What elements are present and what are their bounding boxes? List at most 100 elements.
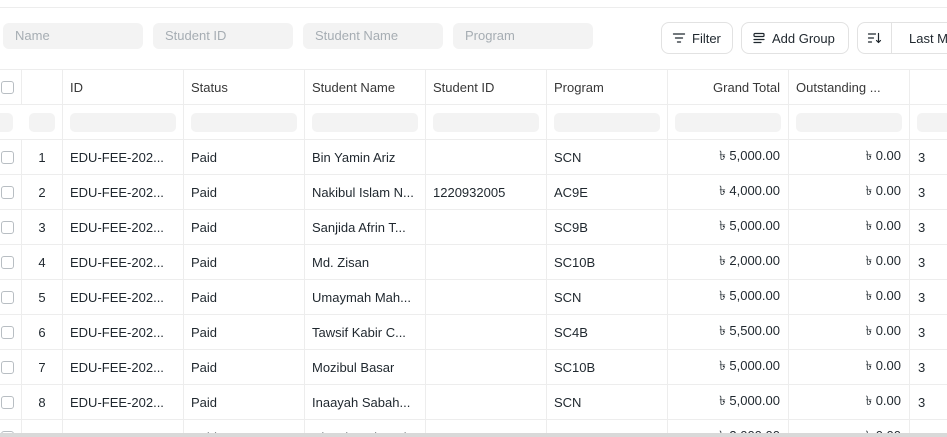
row-more: 3: [910, 175, 947, 209]
header-student-id[interactable]: Student ID: [426, 70, 547, 104]
table-row[interactable]: 3 EDU-FEE-202... Paid Sanjida Afrin T... SC9…: [0, 210, 947, 245]
table-row[interactable]: 4 EDU-FEE-202... Paid Md. Zisan SC10B ৳ 2,000…: [0, 245, 947, 280]
row-grand-total-text: ৳ 5,000.00: [719, 217, 780, 233]
row-index-text: 7: [38, 359, 46, 375]
header-program[interactable]: Program: [547, 70, 668, 104]
row-student-id: [426, 315, 547, 349]
row-id: EDU-FEE-202...: [63, 385, 184, 419]
row-status-text: Paid: [191, 289, 218, 305]
row-more-text: 3: [918, 394, 926, 410]
table-row[interactable]: 5 EDU-FEE-202... Paid Umaymah Mah... SCN ৳ 5,…: [0, 280, 947, 315]
student-name-filter-input[interactable]: [303, 23, 443, 49]
row-checkbox[interactable]: [1, 395, 14, 409]
program-filter-input[interactable]: [453, 23, 593, 49]
row-checkbox[interactable]: [1, 325, 14, 339]
header-id[interactable]: ID: [63, 70, 184, 104]
row-index-text: 2: [38, 184, 46, 200]
header-outstanding[interactable]: Outstanding ...: [789, 70, 910, 104]
row-more-text: 3: [918, 289, 926, 305]
row-program: SCN: [547, 140, 668, 174]
filter-divider-idx: [22, 105, 63, 139]
table-row[interactable]: 8 EDU-FEE-202... Paid Inaayah Sabah... SCN ৳ …: [0, 385, 947, 420]
table-row[interactable]: 7 EDU-FEE-202... Paid Mozibul Basar SC10B ৳ 5…: [0, 350, 947, 385]
row-program-text: SC9B: [554, 219, 588, 235]
fees-table: ID Status Student Name Student ID Progra…: [0, 69, 947, 437]
row-program: SC10B: [547, 245, 668, 279]
row-student-name: Umaymah Mah...: [305, 280, 426, 314]
row-more-text: 3: [918, 149, 926, 165]
row-index: 3: [22, 210, 63, 244]
table-header-row: ID Status Student Name Student ID Progra…: [0, 70, 947, 105]
row-index-text: 8: [38, 394, 46, 410]
row-program-text: SCN: [554, 394, 582, 410]
row-student-name-text: Md. Zisan: [312, 254, 370, 270]
header-more: [910, 70, 947, 104]
table-row[interactable]: 6 EDU-FEE-202... Paid Tawsif Kabir C... SC4B…: [0, 315, 947, 350]
header-status[interactable]: Status: [184, 70, 305, 104]
row-more: 3: [910, 315, 947, 349]
row-status-text: Paid: [191, 149, 218, 165]
row-student-name-text: Nakibul Islam N...: [312, 184, 414, 200]
filter-bar: Filter Add Group Last Mo: [0, 8, 947, 69]
row-more: 3: [910, 280, 947, 314]
name-filter-input[interactable]: [3, 23, 143, 49]
row-status: Paid: [184, 210, 305, 244]
row-status: Paid: [184, 315, 305, 349]
row-checkbox[interactable]: [1, 290, 14, 304]
row-grand-total: ৳ 5,000.00: [668, 140, 789, 174]
row-checkbox[interactable]: [1, 150, 14, 164]
filter-button[interactable]: Filter: [661, 22, 733, 54]
column-filter-more[interactable]: [917, 113, 947, 132]
filter-divider-id: [63, 105, 184, 139]
row-more: 3: [910, 210, 947, 244]
row-checkbox[interactable]: [1, 360, 14, 374]
sort-field-label[interactable]: Last Mo: [898, 31, 947, 46]
row-index: 4: [22, 245, 63, 279]
row-status: Paid: [184, 350, 305, 384]
horizontal-scrollbar[interactable]: [0, 433, 947, 437]
row-grand-total: ৳ 5,000.00: [668, 350, 789, 384]
row-grand-total-text: ৳ 5,000.00: [719, 392, 780, 408]
table-row[interactable]: 2 EDU-FEE-202... Paid Nakibul Islam N... 122…: [0, 175, 947, 210]
row-grand-total: ৳ 2,000.00: [668, 245, 789, 279]
header-student-name[interactable]: Student Name: [305, 70, 426, 104]
table-row[interactable]: 1 EDU-FEE-202... Paid Bin Yamin Ariz SCN ৳ 5,…: [0, 140, 947, 175]
row-grand-total-text: ৳ 5,000.00: [719, 287, 780, 303]
row-status-text: Paid: [191, 184, 218, 200]
add-group-button[interactable]: Add Group: [741, 22, 849, 54]
row-student-name: Nakibul Islam N...: [305, 175, 426, 209]
header-grand-total[interactable]: Grand Total: [668, 70, 789, 104]
row-checkbox-cell: [0, 385, 22, 419]
row-grand-total-text: ৳ 4,000.00: [719, 182, 780, 198]
select-all-cell: [0, 70, 22, 104]
row-program: SC4B: [547, 315, 668, 349]
row-program: SC10B: [547, 350, 668, 384]
filter-divider-sid: [426, 105, 547, 139]
row-student-name: Tawsif Kabir C...: [305, 315, 426, 349]
row-status-text: Paid: [191, 394, 218, 410]
row-more-text: 3: [918, 324, 926, 340]
row-id: EDU-FEE-202...: [63, 350, 184, 384]
row-checkbox[interactable]: [1, 255, 14, 269]
column-filter-row: [0, 105, 947, 140]
row-more: 3: [910, 350, 947, 384]
row-checkbox-cell: [0, 245, 22, 279]
student-id-filter-input[interactable]: [153, 23, 293, 49]
sort-button[interactable]: Last Mo: [857, 22, 947, 54]
row-id: EDU-FEE-202...: [63, 280, 184, 314]
row-more-text: 3: [918, 254, 926, 270]
row-outstanding-text: ৳ 0.00: [865, 287, 901, 303]
row-checkbox[interactable]: [1, 185, 14, 199]
sort-direction-toggle[interactable]: [858, 23, 892, 53]
row-student-name: Sanjida Afrin T...: [305, 210, 426, 244]
row-checkbox-cell: [0, 175, 22, 209]
row-checkbox[interactable]: [1, 220, 14, 234]
row-outstanding: ৳ 0.00: [789, 280, 910, 314]
row-student-id: 1220932005: [426, 175, 547, 209]
row-program-text: AC9E: [554, 184, 588, 200]
row-student-name-text: Sanjida Afrin T...: [312, 219, 406, 235]
row-grand-total: ৳ 5,500.00: [668, 315, 789, 349]
row-status-text: Paid: [191, 219, 218, 235]
select-all-checkbox[interactable]: [1, 80, 14, 94]
row-grand-total: ৳ 4,000.00: [668, 175, 789, 209]
